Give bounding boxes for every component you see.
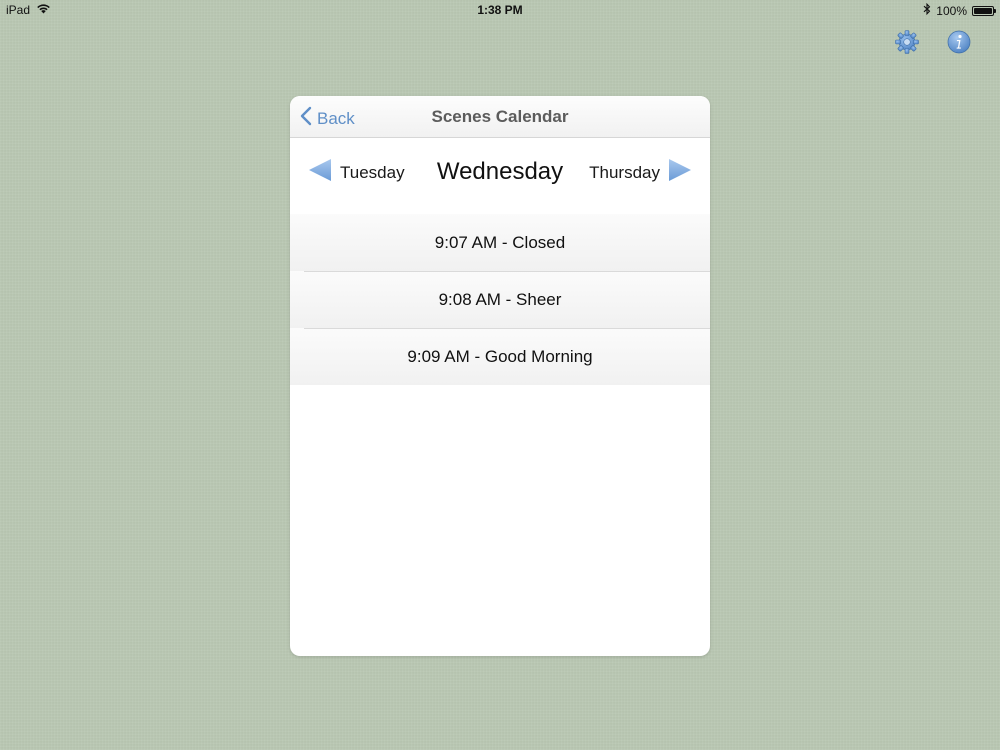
settings-button[interactable] xyxy=(894,29,920,55)
schedule-row-label: 9:09 AM - Good Morning xyxy=(407,347,593,366)
schedule-row-sheer[interactable]: 9:08 AM - Sheer xyxy=(290,271,710,328)
scenes-calendar-panel: Back Scenes Calendar Tuesday Wednesday T… xyxy=(290,96,710,656)
day-selector: Tuesday Wednesday Thursday xyxy=(290,138,710,214)
triangle-right-icon xyxy=(668,158,692,187)
status-bar: iPad 1:38 PM 100% xyxy=(0,0,1000,20)
next-day-button[interactable]: Thursday xyxy=(589,158,692,187)
battery-percent: 100% xyxy=(936,3,967,18)
page-title: Scenes Calendar xyxy=(431,107,569,126)
schedule-list: 9:07 AM - Closed 9:08 AM - Sheer 9:09 AM… xyxy=(290,214,710,385)
info-button[interactable] xyxy=(946,29,972,55)
info-icon xyxy=(946,30,972,59)
bluetooth-icon xyxy=(923,2,931,18)
next-day-label: Thursday xyxy=(589,162,660,182)
battery-fill xyxy=(974,7,992,14)
schedule-row-closed[interactable]: 9:07 AM - Closed xyxy=(290,214,710,271)
schedule-row-label: 9:07 AM - Closed xyxy=(434,233,566,252)
status-right: 100% xyxy=(923,2,996,18)
nav-bar: Back Scenes Calendar xyxy=(290,96,710,138)
status-time: 1:38 PM xyxy=(477,3,523,17)
schedule-row-good-morning[interactable]: 9:09 AM - Good Morning xyxy=(290,328,710,385)
battery-icon xyxy=(972,5,996,16)
gear-icon xyxy=(894,30,920,59)
schedule-row-label: 9:08 AM - Sheer xyxy=(438,290,562,309)
